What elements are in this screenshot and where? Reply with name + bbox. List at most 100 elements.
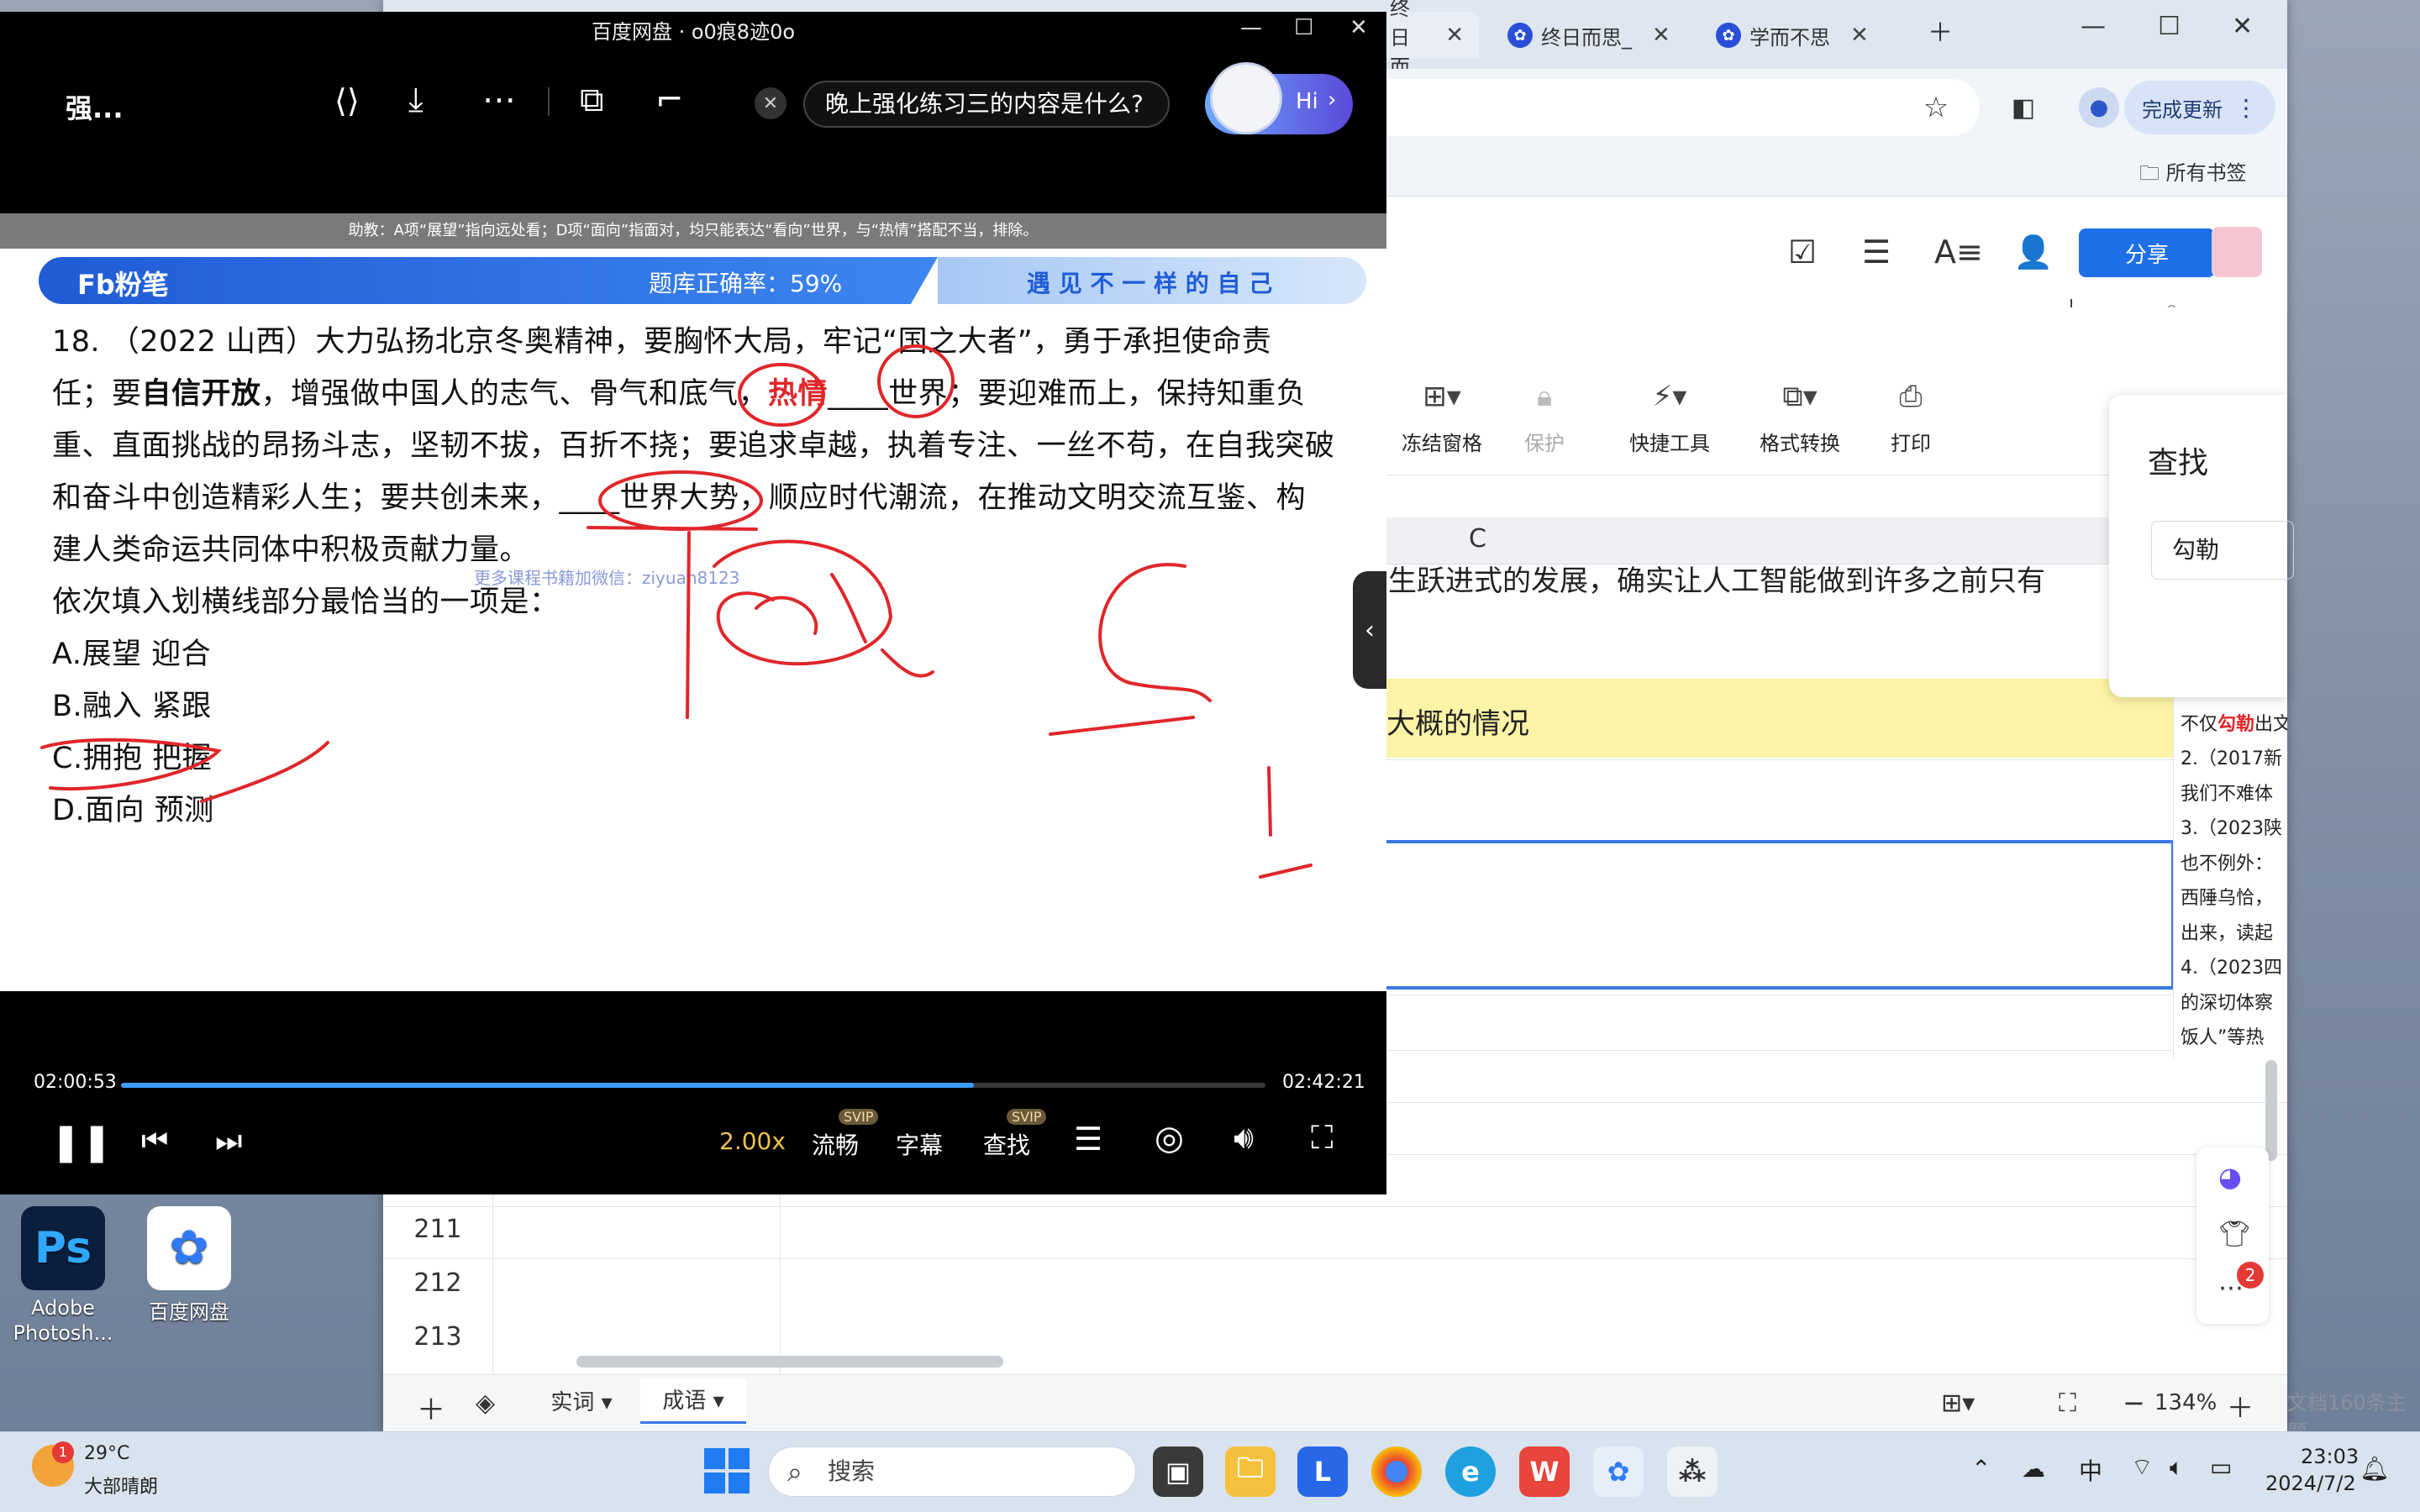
result-line[interactable]: 西陲乌恰， — [2181, 881, 2287, 916]
fullscreen-icon[interactable]: ⛶ — [2059, 1389, 2076, 1418]
result-line[interactable]: 我们不难体 — [2181, 777, 2287, 812]
close-icon[interactable]: ✕ — [1445, 23, 1464, 48]
zoom-level[interactable]: 134% — [2154, 1390, 2217, 1415]
clock-time[interactable]: 23:03 — [2301, 1445, 2359, 1468]
picture-in-picture-icon[interactable]: ⧉ — [580, 81, 604, 119]
maximize-icon[interactable]: ☐ — [2158, 12, 2181, 41]
file-explorer-icon[interactable]: 🗀 — [1225, 1446, 1276, 1497]
share-icon[interactable]: ⟨⟩ — [334, 82, 360, 119]
baidu-netdisk-taskbar-icon[interactable]: ✿ — [1593, 1446, 1644, 1497]
desktop-icon-baidu-netdisk[interactable]: ✿ 百度网盘 — [134, 1206, 244, 1325]
result-line[interactable]: 的深切体察 — [2181, 986, 2287, 1021]
desktop-icon-photoshop[interactable]: Ps Adobe Photosh... — [8, 1206, 118, 1346]
ai-question-chip[interactable]: 晚上强化练习三的内容是什么? — [803, 81, 1170, 128]
crop-icon[interactable]: ⌐ — [655, 81, 684, 119]
ime-indicator[interactable]: 中 — [2079, 1453, 2102, 1487]
view-mode-icon[interactable]: ⊞▾ — [1941, 1389, 1975, 1418]
browser-tab[interactable]: 终日而 ✕ — [1375, 0, 1479, 79]
chevron-up-icon[interactable]: ⌃ — [1971, 1455, 1991, 1483]
star-icon[interactable]: ☆ — [1918, 89, 1954, 126]
chrome-icon[interactable] — [1371, 1446, 1422, 1497]
result-line[interactable]: 不仅勾勒出文 — [2181, 707, 2287, 743]
quick-tools-button[interactable]: ⚡▾ 快捷工具 — [1623, 380, 1716, 456]
find-input[interactable]: 勾勒 — [2151, 521, 2294, 580]
playback-speed[interactable]: 2.00x — [719, 1127, 786, 1155]
pause-icon[interactable]: ❚❚ — [50, 1121, 113, 1163]
result-line[interactable]: 3.（2023陕 — [2181, 811, 2287, 847]
vertical-scrollbar[interactable] — [2265, 1060, 2277, 1161]
more-options-icon[interactable]: ⋯ — [482, 81, 516, 119]
layers-icon[interactable]: ◈ — [476, 1389, 495, 1418]
menu-list-icon[interactable]: ☰ — [1862, 234, 1891, 270]
browser-tab[interactable]: ✿ 学而不思 ✕ — [1701, 12, 1896, 59]
close-window-icon[interactable]: ✕ — [2232, 12, 2253, 41]
minimize-icon[interactable]: — — [1240, 15, 1262, 40]
subtitle-button[interactable]: 字幕 — [896, 1127, 943, 1161]
progress-bar[interactable] — [121, 1083, 1265, 1088]
profile-icon[interactable]: ● — [2079, 87, 2119, 128]
taskbar-search[interactable]: ⌕ 搜索 — [768, 1446, 1136, 1497]
horizontal-scrollbar[interactable] — [576, 1356, 1003, 1368]
collapse-handle[interactable]: ‹ — [1353, 571, 1386, 689]
maximize-icon[interactable]: ☐ — [1294, 15, 1313, 40]
column-c-header[interactable]: C — [1469, 524, 1486, 554]
sheet-tab[interactable]: 实词 ▾ — [531, 1382, 632, 1424]
battery-icon[interactable]: ▭ — [2210, 1453, 2232, 1481]
text-format-icon[interactable]: A≡ — [1934, 234, 1983, 270]
volume-icon[interactable]: 🔊︎ — [1234, 1119, 1254, 1157]
print-button[interactable]: ⎙ 打印 — [1886, 380, 1936, 456]
start-button[interactable] — [704, 1448, 751, 1495]
sheet-tab-active[interactable]: 成语 ▾ — [640, 1378, 746, 1424]
app-icon[interactable]: ⁂ — [1667, 1446, 1718, 1497]
all-bookmarks-link[interactable]: 🗀 所有书签 — [2139, 156, 2247, 193]
protect-button[interactable]: 🔒︎ 保护 — [1511, 380, 1578, 456]
task-view-icon[interactable]: ▣ — [1153, 1446, 1203, 1497]
task-check-icon[interactable]: ☑ — [1788, 234, 1817, 270]
update-button[interactable]: 完成更新 ⋮ — [2124, 81, 2275, 134]
fullscreen-icon[interactable]: ⛶ — [1311, 1119, 1334, 1157]
add-sheet-icon[interactable]: ＋ — [417, 1387, 445, 1428]
sidebar-toggle-icon[interactable]: ◧ — [2005, 89, 2042, 126]
settings-icon[interactable]: ◎ — [1155, 1119, 1184, 1158]
weather-temp[interactable]: 29°C — [84, 1443, 129, 1464]
zoom-in-icon[interactable]: ＋ — [2227, 1387, 2254, 1425]
previous-icon[interactable]: ⏮ — [141, 1124, 168, 1159]
result-line[interactable]: 2.（2017新 — [2181, 742, 2287, 777]
add-collaborator-icon[interactable]: 👤 — [2013, 234, 2053, 271]
result-line[interactable]: 出来，读起 — [2181, 916, 2287, 952]
volume-icon[interactable]: 🔈︎ — [2170, 1453, 2184, 1482]
ai-assistant-icon[interactable]: ◕ — [2218, 1161, 2242, 1193]
browser-tab[interactable]: ✿ 终日而思_ ✕ — [1492, 12, 1689, 59]
ai-hi-button[interactable]: Hi › — [1205, 62, 1353, 134]
selected-cell[interactable] — [1381, 840, 2175, 990]
avatar[interactable] — [2212, 227, 2262, 277]
find-button[interactable]: 查找 — [983, 1127, 1030, 1161]
close-window-icon[interactable]: ✕ — [1349, 15, 1368, 40]
highlighted-row[interactable]: 大概的情况 — [1381, 679, 2175, 758]
edge-icon[interactable]: e — [1445, 1446, 1496, 1497]
result-line[interactable]: 也不例外： — [2181, 847, 2287, 882]
next-icon[interactable]: ⏭ — [215, 1124, 242, 1159]
clock-date[interactable]: 2024/7/2 — [2265, 1472, 2356, 1495]
wifi-icon[interactable]: ⌔ — [2131, 1453, 2153, 1483]
wps-icon[interactable]: W — [1519, 1446, 1570, 1497]
close-icon[interactable]: ✕ — [1652, 23, 1670, 48]
close-ai-icon[interactable]: ✕ — [755, 87, 786, 119]
lenovo-app-icon[interactable]: L — [1297, 1446, 1348, 1497]
playlist-icon[interactable]: ☰ — [1074, 1121, 1102, 1158]
format-convert-button[interactable]: ⧉▾ 格式转换 — [1749, 380, 1850, 456]
shirt-icon[interactable]: 👕︎ — [2218, 1220, 2250, 1249]
row-number[interactable]: 212 — [383, 1268, 492, 1298]
row-number[interactable]: 211 — [383, 1215, 492, 1244]
new-tab-icon[interactable]: ＋ — [1928, 12, 1953, 49]
download-icon[interactable]: ⤓ — [408, 81, 424, 119]
notification-bell-icon[interactable]: 🔔︎ — [2360, 1455, 2390, 1483]
share-button[interactable]: 分享 — [2079, 228, 2215, 277]
result-line[interactable]: 饭人”等热 — [2181, 1021, 2287, 1056]
quality-button[interactable]: 流畅 — [812, 1127, 859, 1161]
minimize-icon[interactable]: — — [2081, 12, 2106, 41]
close-icon[interactable]: ✕ — [1850, 23, 1869, 48]
zoom-out-icon[interactable]: − — [2123, 1387, 2145, 1419]
row-number[interactable]: 213 — [383, 1322, 492, 1352]
freeze-panes-button[interactable]: ⊞▾ 冻结窗格 — [1392, 380, 1492, 456]
